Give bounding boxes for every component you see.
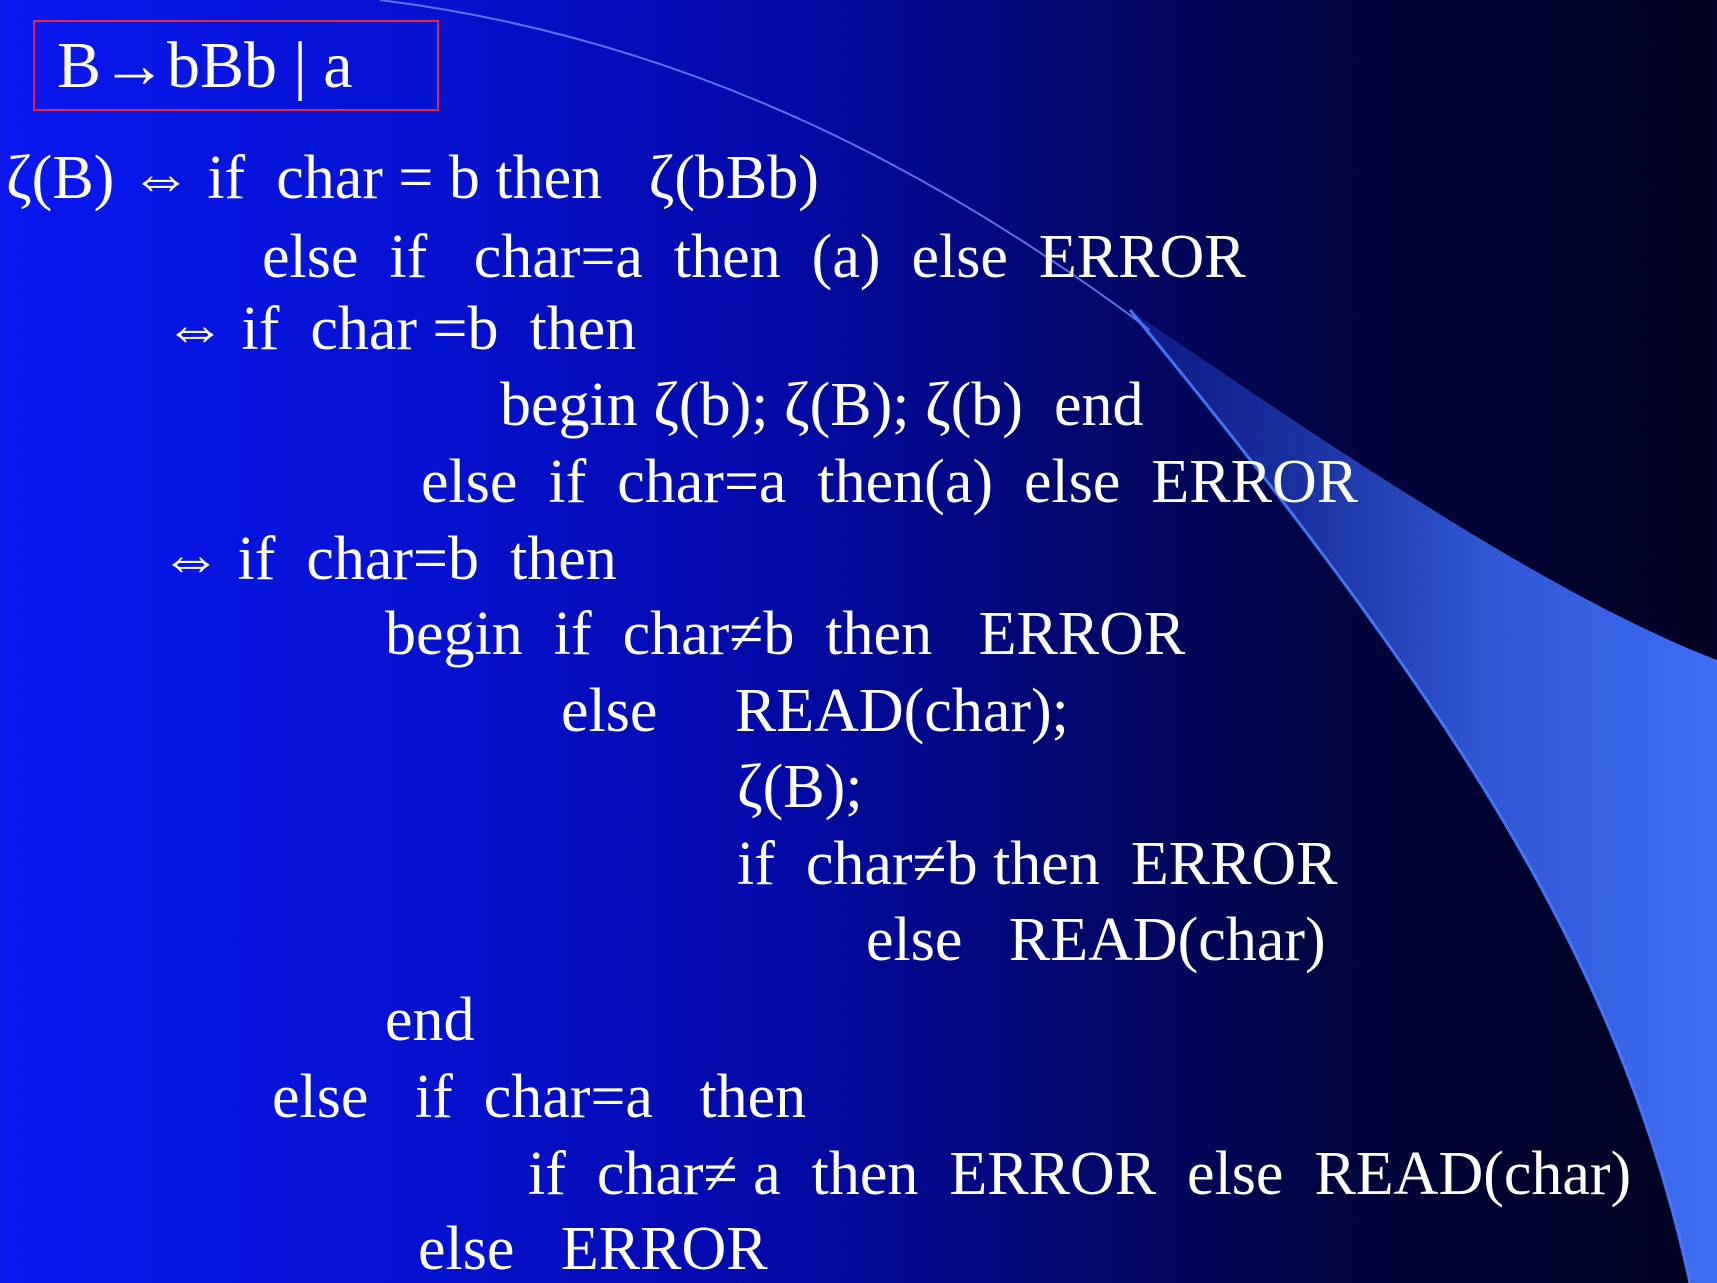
code-line-5: else if char=a then(a) else ERROR <box>421 448 1359 516</box>
code-line-3: ⇔ if char =b then <box>164 295 637 363</box>
title-box: B→bBb | a <box>33 20 439 111</box>
code-line-14: if char≠ a then ERROR else READ(char) <box>528 1140 1632 1208</box>
code-line-11: else READ(char) <box>866 906 1326 974</box>
code-line-4: begin ζ(b); ζ(B); ζ(b) end <box>500 371 1144 439</box>
code-line-7: begin if char≠b then ERROR <box>385 600 1186 668</box>
slide-title: B→bBb | a <box>57 29 353 102</box>
code-line-12: end <box>385 986 475 1054</box>
code-line-2: else if char=a then (a) else ERROR <box>262 223 1246 291</box>
code-line-9: ζ(B); <box>737 753 863 821</box>
code-line-10: if char≠b then ERROR <box>737 830 1338 898</box>
code-line-6: ⇔ if char=b then <box>160 525 617 593</box>
code-line-8: else READ(char); <box>561 677 1069 745</box>
code-line-1: ζ(B) ⇔ if char = b then ζ(bBb) <box>6 144 819 212</box>
code-line-15: else ERROR <box>418 1215 768 1283</box>
code-line-13: else if char=a then <box>272 1063 807 1131</box>
